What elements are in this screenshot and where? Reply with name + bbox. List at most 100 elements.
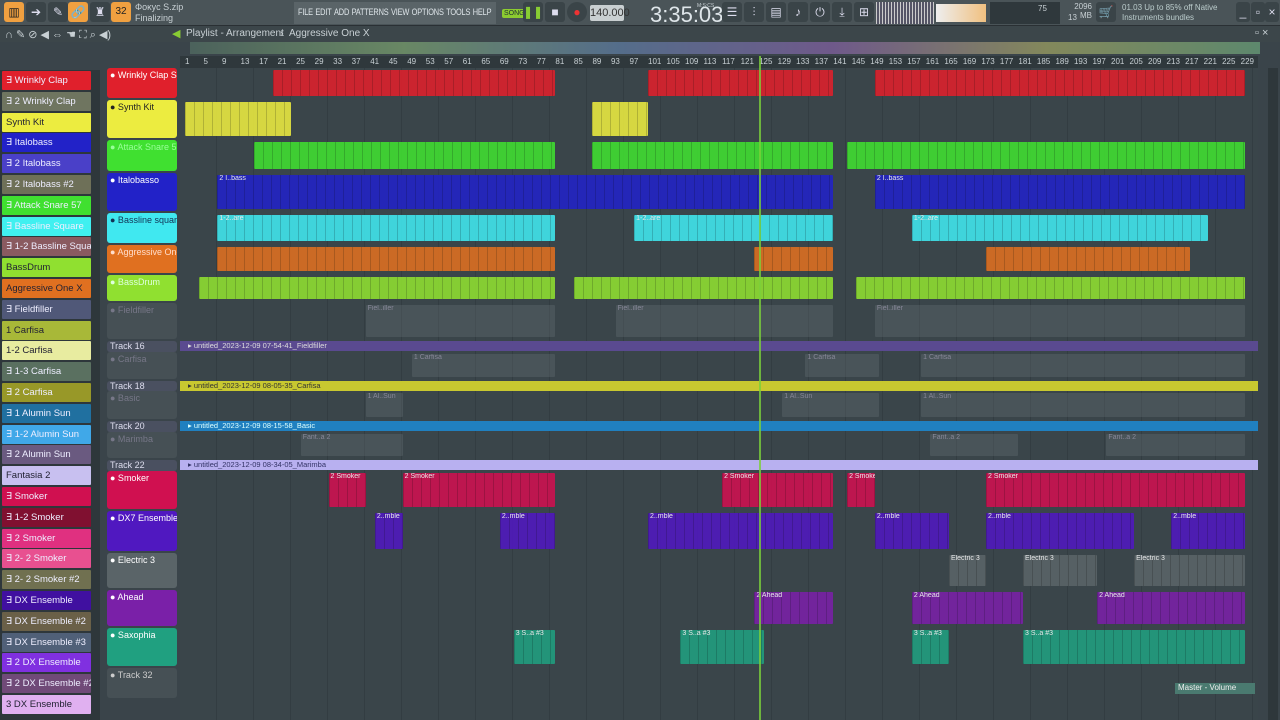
pattern-item[interactable]: ∃ Smoker bbox=[2, 487, 91, 506]
clip[interactable]: 2 I..bass bbox=[874, 175, 1246, 209]
clip[interactable] bbox=[592, 142, 834, 169]
brush-icon[interactable]: ✎ bbox=[48, 2, 68, 22]
audio-clip-strip[interactable]: ▸ untitled_2023-12-09 08-15-58_Basic bbox=[180, 421, 1258, 431]
menu-file[interactable]: FILE bbox=[298, 7, 313, 17]
clip[interactable]: 2 Smoker bbox=[402, 473, 556, 507]
clip[interactable]: 1-2..are bbox=[634, 215, 834, 241]
cart-icon[interactable]: 🛒 bbox=[1096, 2, 1116, 22]
pattern-item[interactable]: Synth Kit bbox=[2, 112, 91, 132]
clip[interactable]: 1 Carfisa bbox=[921, 354, 1246, 377]
clip[interactable]: 2..mble bbox=[374, 513, 403, 549]
clip[interactable]: Fant..a 2 bbox=[300, 434, 403, 456]
pattern-item[interactable]: ∃ 2 DX Ensemble bbox=[2, 653, 91, 673]
magnet-icon[interactable]: ∩ ✎ ⊘ ◀ ⇔ ☚ ⛶ ⌕ ◀) bbox=[5, 28, 111, 42]
clip[interactable]: 3 S..a #3 bbox=[680, 630, 764, 664]
pattern-item[interactable]: ∃ Wrinkly Clap bbox=[2, 71, 91, 90]
clip[interactable]: Fiel..iller bbox=[365, 305, 556, 337]
close-icon[interactable]: × bbox=[1265, 2, 1279, 22]
clip[interactable] bbox=[648, 70, 834, 96]
download-icon[interactable]: ⤓ bbox=[832, 2, 852, 22]
stop-icon[interactable]: ■ bbox=[545, 2, 565, 22]
pattern-item[interactable]: ∃ 1-3 Carfisa bbox=[2, 362, 91, 382]
metronome-icon[interactable]: ♜ bbox=[90, 2, 110, 22]
pattern-item[interactable]: ∃ 2 Alumin Sun bbox=[2, 445, 91, 465]
track-header[interactable]: Track 20 bbox=[107, 421, 177, 432]
tempo-field[interactable]: 140.000 bbox=[590, 5, 630, 21]
clip[interactable]: 3 S..a #3 bbox=[1023, 630, 1246, 664]
pattern-item[interactable]: 3 DX Ensemble bbox=[2, 695, 91, 714]
pattern-item[interactable]: ∃ 2- 2 Smoker #2 bbox=[2, 570, 91, 590]
pattern-item[interactable]: ∃ 1-2 Alumin Sun bbox=[2, 424, 91, 444]
clip[interactable]: 1-2..are bbox=[911, 215, 1209, 241]
link-icon[interactable]: 🔗 bbox=[68, 2, 88, 22]
pattern-item[interactable]: Fantasia 2 bbox=[2, 466, 91, 486]
pattern-item[interactable]: ∃ Italobass bbox=[2, 133, 91, 153]
clip[interactable] bbox=[217, 247, 556, 271]
menu-edit[interactable]: EDIT bbox=[315, 7, 331, 17]
clip[interactable]: 1 Carfisa bbox=[411, 354, 556, 377]
clip[interactable]: 2 Ahead bbox=[911, 592, 1024, 624]
clip[interactable]: 2..mble bbox=[1171, 513, 1246, 549]
pattern-item[interactable]: ∃ Fieldfiller bbox=[2, 299, 91, 319]
clip[interactable]: Fant..a 2 bbox=[1106, 434, 1246, 456]
menu-patterns[interactable]: PATTERNS bbox=[352, 7, 389, 17]
pattern-item[interactable]: 1 Carfisa bbox=[2, 320, 91, 340]
window-controls[interactable]: ▫ × bbox=[1255, 27, 1268, 39]
clip[interactable]: Electric 3 bbox=[1134, 555, 1246, 586]
clip[interactable]: Electric 3 bbox=[1023, 555, 1098, 586]
audio-clip-strip[interactable]: ▸ untitled_2023-12-09 07-54-41_Fieldfill… bbox=[180, 341, 1258, 351]
mixer-icon[interactable]: ⫶ bbox=[744, 2, 764, 22]
pattern-item[interactable]: ∃ Attack Snare 57 bbox=[2, 195, 91, 215]
browser-icon[interactable]: ⊞ bbox=[854, 2, 874, 22]
track-header[interactable]: ● Marimba bbox=[107, 432, 177, 458]
track-header[interactable]: ● Smoker bbox=[107, 471, 177, 509]
clip[interactable] bbox=[254, 142, 556, 169]
clip[interactable]: 2..mble bbox=[985, 513, 1135, 549]
menu-tools[interactable]: TOOLS bbox=[446, 7, 470, 17]
playlist-grid[interactable]: 2 I..bass 2 I..bass 1-2..are 1-2..are 1-2..a… bbox=[180, 68, 1258, 720]
clip[interactable]: 2 Smoker bbox=[328, 473, 366, 507]
automation-clip-master-volume[interactable]: Master - Volume bbox=[1175, 683, 1255, 694]
audio-clip-strip[interactable]: ▸ untitled_2023-12-09 08-34-05_Marimba bbox=[180, 460, 1258, 470]
pattern-item[interactable]: ∃ 1 Alumin Sun bbox=[2, 403, 91, 423]
piano-roll-icon[interactable]: ♪ bbox=[788, 2, 808, 22]
track-header[interactable]: ● Basic bbox=[107, 391, 177, 419]
track-header[interactable]: ● Synth Kit bbox=[107, 100, 177, 138]
record-icon[interactable]: ● bbox=[567, 2, 587, 22]
clip[interactable] bbox=[754, 247, 834, 271]
breadcrumb-current[interactable]: Aggressive One X bbox=[289, 28, 370, 39]
pattern-item[interactable]: ∃ 2 Italobass bbox=[2, 154, 91, 174]
pattern-item[interactable]: ∃ Bassline Square bbox=[2, 216, 91, 236]
clip[interactable]: 1-2..are bbox=[217, 215, 556, 241]
pattern-item[interactable]: Aggressive One X bbox=[2, 279, 91, 298]
track-header[interactable]: ● Track 32 bbox=[107, 668, 177, 698]
clip[interactable] bbox=[874, 70, 1246, 96]
clip[interactable]: 1 Al..Sun bbox=[365, 393, 403, 417]
pattern-item[interactable]: ∃ DX Ensemble #2 bbox=[2, 611, 91, 631]
clip[interactable]: 2 Smoker bbox=[722, 473, 834, 507]
menu-help[interactable]: HELP bbox=[473, 7, 492, 17]
pattern-item[interactable]: BassDrum bbox=[2, 258, 91, 278]
breadcrumb-root[interactable]: Playlist - Arrangement bbox=[186, 28, 284, 39]
power-icon[interactable]: ⏻ bbox=[810, 2, 830, 22]
clip[interactable] bbox=[272, 70, 556, 96]
vertical-scrollbar[interactable] bbox=[1268, 68, 1278, 720]
clip[interactable]: 2..mble bbox=[499, 513, 556, 549]
channel-rack-icon[interactable]: ▤ bbox=[766, 2, 786, 22]
song-overview[interactable] bbox=[190, 42, 1260, 54]
track-header[interactable]: ● Electric 3 bbox=[107, 553, 177, 588]
track-header[interactable]: ● Carfisa bbox=[107, 352, 177, 379]
clip[interactable]: 2..mble bbox=[648, 513, 834, 549]
pattern-item[interactable]: ∃ 2- 2 Smoker bbox=[2, 549, 91, 569]
clip[interactable]: Fant..a 2 bbox=[930, 434, 1019, 456]
clip[interactable]: 3 S..a #3 bbox=[911, 630, 949, 664]
pattern-item[interactable]: ∃ 1-2 Smoker bbox=[2, 507, 91, 527]
clip[interactable]: 1 Al..Sun bbox=[782, 393, 880, 417]
pattern-number[interactable]: 32 bbox=[111, 2, 131, 22]
clip[interactable] bbox=[847, 142, 1246, 169]
clip[interactable] bbox=[856, 277, 1246, 299]
clip[interactable]: 2 Ahead bbox=[754, 592, 834, 624]
clip[interactable]: 1 Carfisa bbox=[805, 354, 880, 377]
pattern-item[interactable]: ∃ 1-2 Bassline Square bbox=[2, 237, 91, 257]
pattern-item[interactable]: ∃ 2 Italobass #2 bbox=[2, 175, 91, 194]
